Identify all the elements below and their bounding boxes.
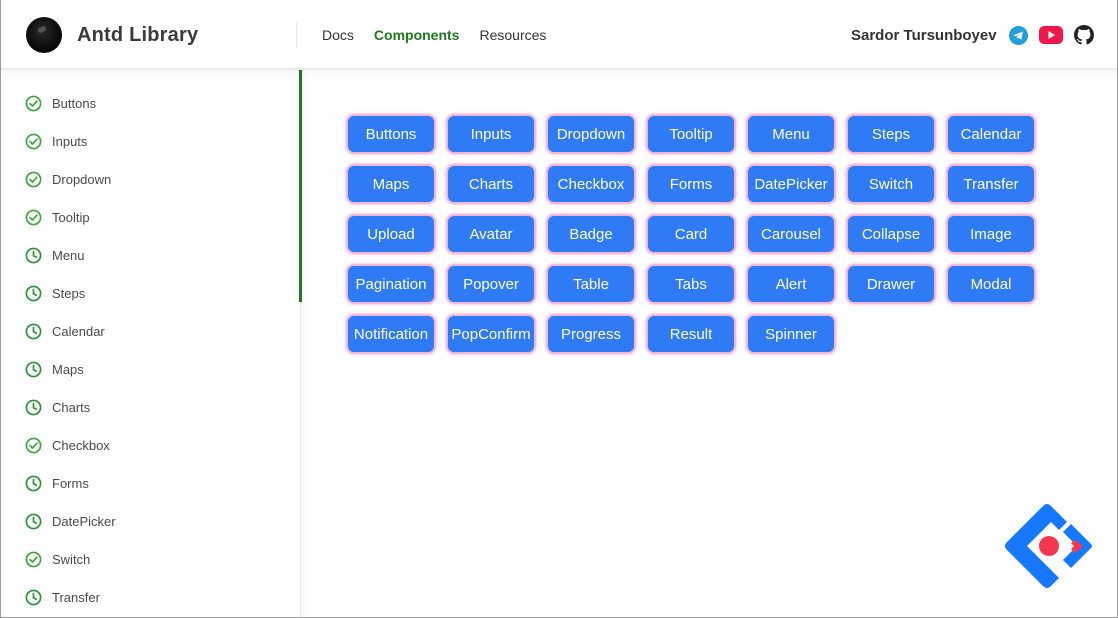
component-button-inputs[interactable]: Inputs	[446, 114, 536, 154]
check-circle-icon	[25, 171, 42, 188]
component-button-buttons[interactable]: Buttons	[346, 114, 436, 154]
sidebar-item-label: Tooltip	[52, 209, 90, 225]
main-nav: Docs Components Resources	[322, 27, 546, 43]
telegram-icon[interactable]	[1009, 25, 1028, 45]
component-button-datepicker[interactable]: DatePicker	[746, 164, 836, 204]
component-button-spinner[interactable]: Spinner	[746, 314, 836, 354]
clock-icon	[25, 475, 42, 492]
check-circle-icon	[25, 551, 42, 568]
sidebar-item-maps[interactable]: Maps	[25, 359, 84, 379]
sidebar-item-dropdown[interactable]: Dropdown	[25, 169, 111, 189]
component-button-notification[interactable]: Notification	[346, 314, 436, 354]
component-button-menu[interactable]: Menu	[746, 114, 836, 154]
check-circle-icon	[25, 437, 42, 454]
brand-title[interactable]: Antd Library	[77, 24, 198, 47]
component-button-maps[interactable]: Maps	[346, 164, 436, 204]
sidebar-item-inputs[interactable]: Inputs	[25, 131, 87, 151]
sidebar-item-label: Dropdown	[52, 171, 112, 187]
ant-design-logo-icon	[1001, 500, 1097, 601]
sidebar-item-label: Buttons	[52, 95, 97, 111]
component-button-charts[interactable]: Charts	[446, 164, 536, 204]
component-button-drawer[interactable]: Drawer	[846, 264, 936, 304]
sidebar-item-tooltip[interactable]: Tooltip	[25, 207, 90, 227]
sidebar-item-menu[interactable]: Menu	[25, 245, 85, 265]
nav-components[interactable]: Components	[374, 27, 460, 43]
clock-icon	[25, 589, 42, 606]
clock-icon	[25, 247, 42, 264]
component-button-checkbox[interactable]: Checkbox	[546, 164, 636, 204]
component-button-upload[interactable]: Upload	[346, 214, 436, 254]
sidebar-item-checkbox[interactable]: Checkbox	[25, 435, 110, 455]
sidebar-item-label: Checkbox	[52, 437, 110, 453]
github-icon[interactable]	[1074, 25, 1094, 45]
component-button-carousel[interactable]: Carousel	[746, 214, 836, 254]
sidebar-item-buttons[interactable]: Buttons	[25, 93, 96, 113]
sidebar-item-label: Forms	[52, 475, 89, 491]
nav-resources[interactable]: Resources	[479, 27, 546, 43]
component-button-alert[interactable]: Alert	[746, 264, 836, 304]
sidebar-item-transfer[interactable]: Transfer	[25, 587, 100, 607]
sidebar-item-label: Inputs	[52, 133, 88, 149]
sidebar-item-forms[interactable]: Forms	[25, 473, 89, 493]
check-circle-icon	[25, 209, 42, 226]
clock-icon	[25, 285, 42, 302]
component-button-collapse[interactable]: Collapse	[846, 214, 936, 254]
check-circle-icon	[25, 95, 42, 112]
component-button-forms[interactable]: Forms	[646, 164, 736, 204]
components-grid: Buttons Inputs Dropdown Tooltip Menu Steps Cal…	[346, 114, 1036, 354]
component-button-badge[interactable]: Badge	[546, 214, 636, 254]
sidebar-scrollbar[interactable]	[299, 70, 302, 302]
youtube-icon[interactable]	[1039, 26, 1063, 44]
component-button-tooltip[interactable]: Tooltip	[646, 114, 736, 154]
sidebar-item-calendar[interactable]: Calendar	[25, 321, 105, 341]
sidebar-item-label: Charts	[52, 399, 91, 415]
clock-icon	[25, 323, 42, 340]
component-button-pagination[interactable]: Pagination	[346, 264, 436, 304]
component-button-calendar[interactable]: Calendar	[946, 114, 1036, 154]
sidebar-item-steps[interactable]: Steps	[25, 283, 85, 303]
component-button-dropdown[interactable]: Dropdown	[546, 114, 636, 154]
component-button-modal[interactable]: Modal	[946, 264, 1036, 304]
sidebar-item-switch[interactable]: Switch	[25, 549, 90, 569]
component-button-image[interactable]: Image	[946, 214, 1036, 254]
sidebar-item-label: Steps	[52, 285, 86, 301]
sidebar-item-label: Transfer	[52, 589, 100, 605]
sidebar-item-label: Maps	[52, 361, 84, 377]
component-button-progress[interactable]: Progress	[546, 314, 636, 354]
component-button-popconfirm[interactable]: PopConfirm	[446, 314, 536, 354]
component-button-steps[interactable]: Steps	[846, 114, 936, 154]
clock-icon	[25, 361, 42, 378]
sidebar-item-label: Calendar	[52, 323, 105, 339]
component-button-result[interactable]: Result	[646, 314, 736, 354]
sidebar-item-label: Menu	[52, 247, 85, 263]
top-header: Antd Library Docs Components Resources S…	[1, 0, 1117, 69]
component-button-table[interactable]: Table	[546, 264, 636, 304]
component-button-tabs[interactable]: Tabs	[646, 264, 736, 304]
header-divider	[296, 22, 297, 48]
clock-icon	[25, 513, 42, 530]
sidebar-item-label: Switch	[52, 551, 91, 567]
check-circle-icon	[25, 133, 42, 150]
component-button-card[interactable]: Card	[646, 214, 736, 254]
social-links	[1009, 25, 1094, 45]
clock-icon	[25, 399, 42, 416]
component-button-avatar[interactable]: Avatar	[446, 214, 536, 254]
component-button-switch[interactable]: Switch	[846, 164, 936, 204]
component-button-popover[interactable]: Popover	[446, 264, 536, 304]
sidebar-item-label: DatePicker	[52, 513, 116, 529]
sidebar: Buttons Inputs Dropdown Tooltip Menu Steps Cal…	[1, 70, 302, 617]
author-name: Sardor Tursunboyev	[851, 27, 997, 44]
nav-docs[interactable]: Docs	[322, 27, 354, 43]
app-window: Antd Library Docs Components Resources S…	[0, 0, 1118, 618]
sidebar-item-datepicker[interactable]: DatePicker	[25, 511, 116, 531]
sidebar-item-charts[interactable]: Charts	[25, 397, 90, 417]
logo[interactable]	[26, 17, 62, 53]
component-button-transfer[interactable]: Transfer	[946, 164, 1036, 204]
